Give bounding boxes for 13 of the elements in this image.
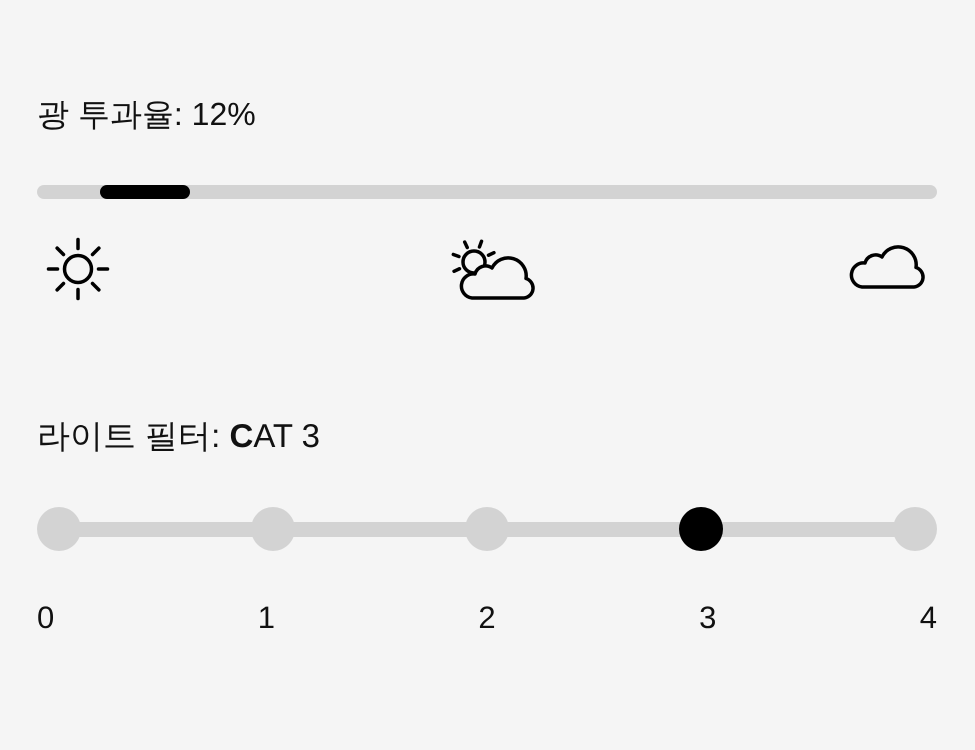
step-label: 3 <box>699 600 716 636</box>
transmission-label: 광 투과율: 12% <box>37 95 256 133</box>
transmission-slider-track[interactable] <box>37 185 937 199</box>
step-label: 4 <box>920 600 937 636</box>
step-label: 1 <box>258 600 275 636</box>
slider-thumb[interactable] <box>100 185 190 199</box>
step-dot[interactable] <box>893 507 937 551</box>
step-label: 0 <box>37 600 54 636</box>
sun-icon <box>45 236 111 302</box>
step-label: 2 <box>478 600 496 636</box>
step-dot[interactable] <box>37 507 81 551</box>
step-dot[interactable] <box>679 507 723 551</box>
filter-label: 라이트 필터: CAT 3 <box>37 417 320 455</box>
